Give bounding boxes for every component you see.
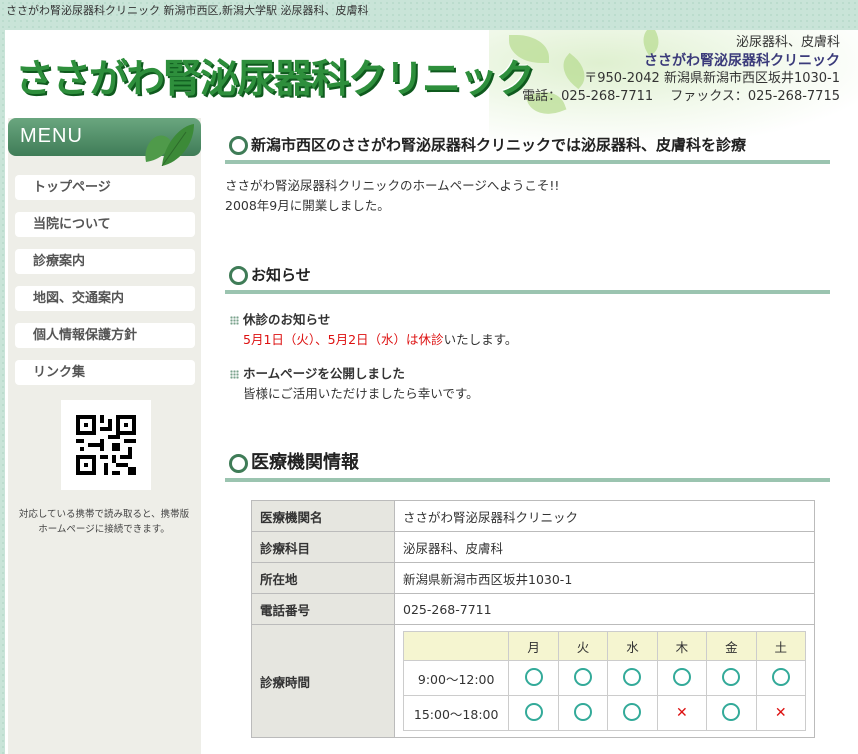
table-row: 診療時間 月 火 水 木 金 土 9:00〜12:00 15:00〜18:00 … [251,624,815,738]
table-row: 診療科目 泌尿器科、皮膚科 [251,531,815,563]
news-title: お知らせ [251,266,311,284]
day-header: 月 [508,631,559,661]
closed-mark-icon: ✕ [676,705,688,721]
info-table: 医療機関名 ささがわ腎泌尿器科クリニック 診療科目 泌尿器科、皮膚科 所在地 新潟県新… [251,500,815,738]
open-mark-icon [623,667,642,686]
day-header: 火 [557,631,609,661]
open-mark-icon [623,702,642,721]
dots-bullet-icon [230,316,239,325]
menu-list: トップページ 当院について 診療案内 地図、交通案内 個人情報保護方針 リンク集 [15,175,195,397]
intro-heading: 新潟市西区のささがわ腎泌尿器科クリニックでは泌尿器科、皮膚科を診療 [225,130,830,164]
header-info: 泌尿器科、皮膚科 ささがわ腎泌尿器科クリニック 〒950-2042 新潟県新潟市… [522,34,840,106]
mark-cell [755,660,807,696]
time-slot: 9:00〜12:00 [402,660,510,696]
qr-code [61,400,151,490]
news-item-body: 皆様にご活用いただけましたら幸いです。 [243,386,479,401]
menu-heading: MENU [8,118,201,166]
open-mark-icon [771,667,790,686]
circle-bullet-icon [229,454,248,473]
table-row: 電話番号 025-268-7711 [251,593,815,625]
day-header: 水 [607,631,658,661]
info-label: 診療時間 [251,624,395,738]
news-item-head: 休診のお知らせ [225,310,830,330]
mark-cell [557,660,609,696]
menu-item-services[interactable]: 診療案内 [15,249,195,274]
info-value: 025-268-7711 [394,593,815,625]
leaf-icon [145,124,194,166]
sidebar: MENU トップページ 当院について 診療案内 地図、交通案内 個人情報保護方針… [8,118,201,754]
schedule-corner [402,631,510,661]
info-value: ささがわ腎泌尿器科クリニック [394,500,815,532]
news-item-head: ホームページを公開しました [225,364,830,384]
info-label: 電話番号 [251,593,395,625]
intro-line-1: ささがわ腎泌尿器科クリニックのホームページへようこそ!! [225,178,560,193]
day-header: 土 [755,631,807,661]
open-mark-icon [722,667,741,686]
info-title: 医療機関情報 [251,452,359,473]
open-mark-icon [722,702,741,721]
mark-cell [607,695,658,731]
header-address: 〒950-2042 新潟県新潟市西区坂井1030-1 [584,71,840,86]
mark-cell [656,660,708,696]
news-item-body: 5月1日（火）、5月2日（水）は休診いたします。 [225,330,830,350]
menu-item-top[interactable]: トップページ [15,175,195,200]
open-mark-icon [574,667,593,686]
schedule-header-row: 月 火 水 木 金 土 [402,631,807,661]
mark-cell [508,695,559,731]
menu-title: MENU [20,125,83,147]
open-mark-icon [524,702,543,721]
info-heading: 医療機関情報 [225,448,830,482]
menu-item-links[interactable]: リンク集 [15,360,195,385]
main-content: 新潟市西区のささがわ腎泌尿器科クリニックでは泌尿器科、皮膚科を診療 ささがわ腎泌… [225,130,830,738]
circle-bullet-icon [229,136,248,155]
mark-cell [706,660,757,696]
schedule-row: 15:00〜18:00 ✕ ✕ [402,695,807,731]
closure-dates: 5月1日（火）、5月2日（水）は休診 [243,332,444,347]
qr-code-icon [76,415,136,475]
menu-item-about[interactable]: 当院について [15,212,195,237]
qr-caption: 対応している携帯で読み取ると、携帯版ホームページに接続できます。 [18,509,190,535]
news-head-text: ホームページを公開しました [243,366,405,381]
mark-cell [607,660,658,696]
menu-item-privacy[interactable]: 個人情報保護方針 [15,323,195,348]
info-value: 泌尿器科、皮膚科 [394,531,815,563]
closed-mark-icon: ✕ [774,705,787,721]
menu-item-access[interactable]: 地図、交通案内 [15,286,195,311]
mark-cell: ✕ [755,695,807,731]
news-head-text: 休診のお知らせ [243,312,331,327]
schedule-row: 9:00〜12:00 [402,660,807,696]
table-row: 所在地 新潟県新潟市西区坂井1030-1 [251,562,815,594]
day-header: 木 [656,631,708,661]
open-mark-icon [672,667,691,686]
mark-cell [706,695,757,731]
info-label: 所在地 [251,562,395,594]
header-specialties: 泌尿器科、皮膚科 [735,35,840,50]
intro-title: 新潟市西区のささがわ腎泌尿器科クリニックでは泌尿器科、皮膚科を診療 [251,136,747,154]
info-label: 診療科目 [251,531,395,563]
mark-cell: ✕ [656,695,708,731]
intro-line-2: 2008年9月に開業しました。 [225,198,390,213]
open-mark-icon [574,702,593,721]
open-mark-icon [524,667,543,686]
schedule-table: 月 火 水 木 金 土 9:00〜12:00 15:00〜18:00 ✕ ✕ [402,631,807,731]
day-header: 金 [706,631,757,661]
header: ささがわ腎泌尿器科クリニック 泌尿器科、皮膚科 ささがわ腎泌尿器科クリニック 〒… [5,30,858,140]
info-label: 医療機関名 [251,500,395,532]
schedule-cell: 月 火 水 木 金 土 9:00〜12:00 15:00〜18:00 ✕ ✕ [394,624,815,738]
time-slot: 15:00〜18:00 [402,695,510,731]
dots-bullet-icon [230,370,239,379]
clinic-logo[interactable]: ささがわ腎泌尿器科クリニック [15,48,535,104]
top-tagline: ささがわ腎泌尿器科クリニック 新潟市西区,新潟大学駅 泌尿器科、皮膚科 [6,4,369,17]
page: ささがわ腎泌尿器科クリニック 泌尿器科、皮膚科 ささがわ腎泌尿器科クリニック 〒… [5,30,858,754]
circle-bullet-icon [229,266,248,285]
info-value: 新潟県新潟市西区坂井1030-1 [394,562,815,594]
news-heading: お知らせ [225,260,830,294]
mark-cell [557,695,609,731]
table-row: 医療機関名 ささがわ腎泌尿器科クリニック [251,500,815,532]
header-contact: 電話：025-268-7711 ファックス：025-268-7715 [522,89,840,104]
mark-cell [508,660,559,696]
news-body-text: いたします。 [443,332,518,347]
header-clinic-name: ささがわ腎泌尿器科クリニック [644,53,840,69]
